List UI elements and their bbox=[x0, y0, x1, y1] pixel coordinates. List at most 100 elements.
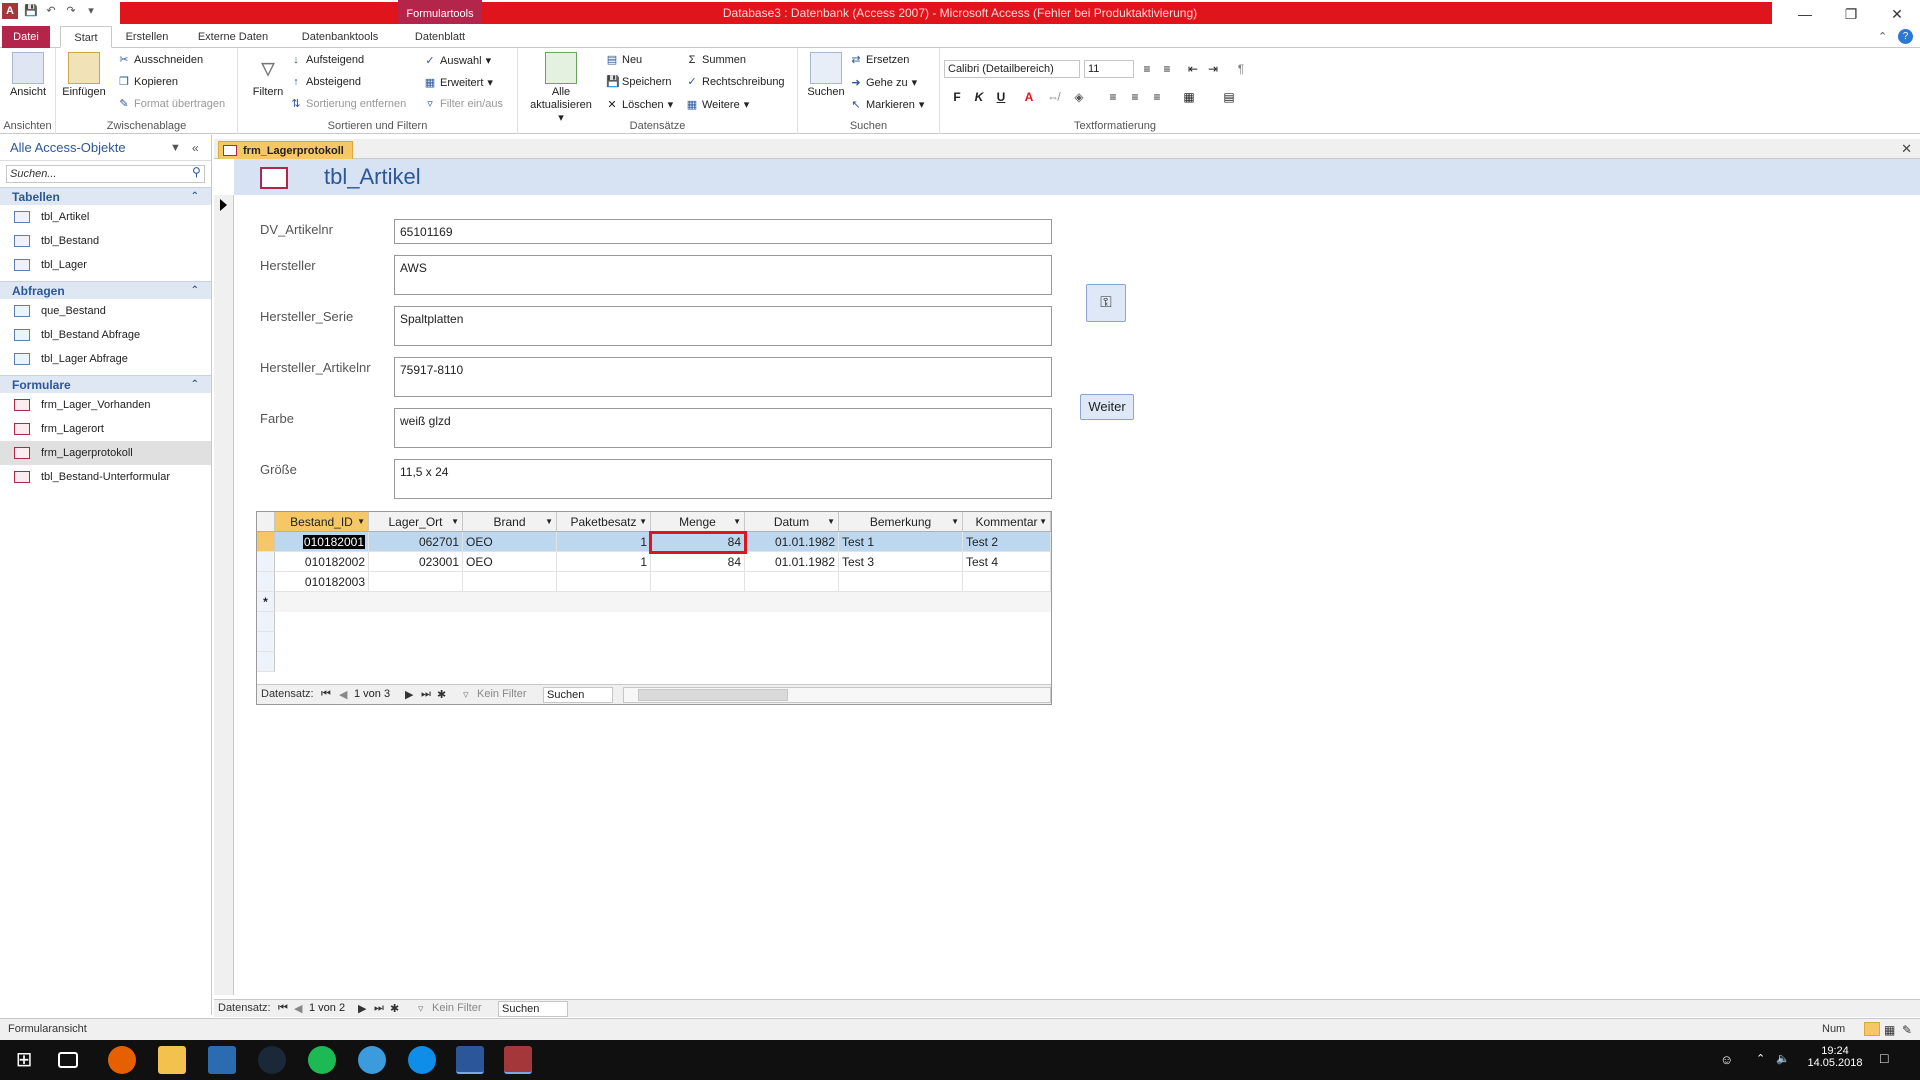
nav-item-frm-lagerort[interactable]: frm_Lagerort bbox=[0, 417, 211, 441]
cell-menge[interactable] bbox=[651, 572, 745, 592]
cell-datum[interactable]: 01.01.1982 bbox=[745, 532, 839, 552]
tab-start[interactable]: Start bbox=[60, 26, 112, 48]
filter-status[interactable]: Kein Filter bbox=[477, 688, 527, 700]
nav-item-tbl-bestand[interactable]: tbl_Bestand bbox=[0, 229, 211, 253]
design-view-icon[interactable]: ✎ bbox=[1902, 1023, 1912, 1037]
field-hersteller-serie[interactable]: Spaltplatten bbox=[394, 306, 1052, 346]
document-tab-frm-lagerprotokoll[interactable]: frm_Lagerprotokoll bbox=[218, 141, 353, 159]
font-size-select[interactable]: 11 bbox=[1084, 60, 1134, 78]
weiter-button[interactable]: Weiter bbox=[1080, 394, 1134, 420]
column-dropdown-icon[interactable]: ▼ bbox=[951, 512, 959, 531]
search-binoculars-button[interactable]: ⚿ bbox=[1086, 284, 1126, 322]
task-view-icon[interactable] bbox=[58, 1052, 78, 1068]
einfuegen-button[interactable]: Einfügen bbox=[60, 52, 108, 99]
first-record-icon[interactable]: ⏮ bbox=[321, 688, 331, 701]
file-explorer-icon[interactable] bbox=[158, 1046, 186, 1074]
tab-datenbanktools[interactable]: Datenbanktools bbox=[290, 26, 390, 48]
decrease-indent-icon[interactable]: ⇤ bbox=[1184, 60, 1202, 78]
nav-item-frm-lager-vorhanden[interactable]: frm_Lager_Vorhanden bbox=[0, 393, 211, 417]
kopieren-button[interactable]: ❐ Kopieren bbox=[118, 76, 178, 88]
cell-datum[interactable]: 01.01.1982 bbox=[745, 552, 839, 572]
main-search-input[interactable]: Suchen bbox=[498, 1001, 568, 1017]
word-icon[interactable] bbox=[456, 1046, 484, 1074]
speichern-button[interactable]: 💾 Speichern bbox=[606, 76, 672, 88]
collapse-ribbon-icon[interactable]: ⌃ bbox=[1878, 30, 1887, 43]
tab-erstellen[interactable]: Erstellen bbox=[118, 26, 176, 48]
visual-studio-icon[interactable] bbox=[208, 1046, 236, 1074]
alternate-row-color-icon[interactable]: ▤ bbox=[1220, 88, 1238, 106]
windows-start-icon[interactable]: ⊞ bbox=[10, 1046, 38, 1074]
undo-icon[interactable]: ↶ bbox=[44, 4, 58, 18]
field-hersteller-artikelnr[interactable]: 75917-8110 bbox=[394, 357, 1052, 397]
cell-paketbesatz[interactable]: 1 bbox=[557, 552, 651, 572]
filter-status[interactable]: Kein Filter bbox=[432, 1002, 482, 1014]
neu-button[interactable]: ▤ Neu bbox=[606, 54, 642, 66]
ansicht-button[interactable]: Ansicht bbox=[4, 52, 52, 99]
new-record-icon[interactable]: ✱ bbox=[437, 688, 446, 701]
cell-bestand-id[interactable]: 010182003 bbox=[275, 572, 369, 592]
loeschen-button[interactable]: ✕ Löschen ▾ bbox=[606, 98, 673, 112]
cell-lager-ort[interactable]: 062701 bbox=[369, 532, 463, 552]
align-right-icon[interactable]: ≡ bbox=[1148, 88, 1166, 106]
access-icon[interactable] bbox=[504, 1046, 532, 1074]
column-dropdown-icon[interactable]: ▼ bbox=[1039, 512, 1047, 531]
section-collapse-icon[interactable]: ⌃ bbox=[191, 188, 199, 206]
cell-menge[interactable]: 84 bbox=[651, 552, 745, 572]
table-row[interactable]: 010182003 bbox=[257, 572, 1051, 592]
previous-record-icon[interactable]: ◀ bbox=[294, 1002, 302, 1015]
highlight-icon[interactable]: ⇎ bbox=[1044, 88, 1062, 106]
record-selector[interactable] bbox=[214, 195, 234, 995]
paragraph-direction-icon[interactable]: ¶ bbox=[1232, 60, 1250, 78]
cell-datum[interactable] bbox=[745, 572, 839, 592]
nav-item-tbl-lager[interactable]: tbl_Lager bbox=[0, 253, 211, 277]
underline-icon[interactable]: U bbox=[992, 88, 1010, 106]
nav-pane-header[interactable]: Alle Access-Objekte ▼ « bbox=[0, 135, 211, 161]
absteigend-button[interactable]: ↑ Absteigend bbox=[290, 76, 361, 88]
record-position[interactable]: 1 von 3 bbox=[351, 687, 395, 703]
subform-search-input[interactable]: Suchen bbox=[543, 687, 613, 703]
sortierung-entfernen-button[interactable]: ⇅ Sortierung entfernen bbox=[290, 98, 406, 110]
close-document-icon[interactable]: ✕ bbox=[1901, 141, 1912, 157]
column-header-bestand-id[interactable]: Bestand_ID ▼ bbox=[275, 512, 369, 532]
restore-button[interactable]: ❐ bbox=[1828, 0, 1874, 28]
alle-aktualisieren-button[interactable]: Alle aktualisieren ▾ bbox=[526, 52, 596, 125]
cell-bestand-id[interactable]: 010182001 bbox=[275, 532, 369, 552]
section-collapse-icon[interactable]: ⌃ bbox=[191, 376, 199, 394]
bold-icon[interactable]: F bbox=[948, 88, 966, 106]
horizontal-scrollbar[interactable] bbox=[623, 687, 1051, 703]
last-record-icon[interactable]: ⏭ bbox=[421, 688, 431, 701]
column-dropdown-icon[interactable]: ▼ bbox=[545, 512, 553, 531]
tab-datenblatt[interactable]: Datenblatt bbox=[400, 26, 480, 48]
nav-item-tbl-lager-abfrage[interactable]: tbl_Lager Abfrage bbox=[0, 347, 211, 371]
table-row[interactable]: 010182002 023001 OEO 1 84 01.01.1982 Tes… bbox=[257, 552, 1051, 572]
nav-item-tbl-artikel[interactable]: tbl_Artikel bbox=[0, 205, 211, 229]
cell-brand[interactable]: OEO bbox=[463, 532, 557, 552]
cell-bemerkung[interactable]: Test 3 bbox=[839, 552, 963, 572]
column-header-menge[interactable]: Menge ▼ bbox=[651, 512, 745, 532]
new-record-icon[interactable]: ✱ bbox=[390, 1002, 399, 1015]
cell-paketbesatz[interactable]: 1 bbox=[557, 532, 651, 552]
cell-bestand-id[interactable]: 010182002 bbox=[275, 552, 369, 572]
field-groesse[interactable]: 11,5 x 24 bbox=[394, 459, 1052, 499]
summen-button[interactable]: Σ Summen bbox=[686, 54, 746, 66]
nav-section-abfragen[interactable]: Abfragen ⌃ bbox=[0, 281, 211, 299]
nav-item-tbl-bestand-unterformular[interactable]: tbl_Bestand-Unterformular bbox=[0, 465, 211, 489]
column-header-datum[interactable]: Datum ▼ bbox=[745, 512, 839, 532]
redo-icon[interactable]: ↷ bbox=[64, 4, 78, 18]
rechtschreibung-button[interactable]: ✓ Rechtschreibung bbox=[686, 76, 784, 88]
datasheet-view-icon[interactable]: ▦ bbox=[1884, 1023, 1895, 1037]
firefox-icon[interactable] bbox=[108, 1046, 136, 1074]
next-record-icon[interactable]: ▶ bbox=[405, 688, 413, 701]
nav-section-formulare[interactable]: Formulare ⌃ bbox=[0, 375, 211, 393]
cell-lager-ort[interactable]: 023001 bbox=[369, 552, 463, 572]
nav-item-que-bestand[interactable]: que_Bestand bbox=[0, 299, 211, 323]
cell-kommentar[interactable]: Test 4 bbox=[963, 552, 1051, 572]
fill-color-icon[interactable]: ◈ bbox=[1070, 88, 1088, 106]
previous-record-icon[interactable]: ◀ bbox=[339, 688, 347, 701]
close-button[interactable]: ✕ bbox=[1874, 0, 1920, 28]
column-header-lager-ort[interactable]: Lager_Ort ▼ bbox=[369, 512, 463, 532]
column-dropdown-icon[interactable]: ▼ bbox=[639, 512, 647, 531]
weitere-button[interactable]: ▦ Weitere ▾ bbox=[686, 98, 749, 112]
cell-bemerkung[interactable]: Test 1 bbox=[839, 532, 963, 552]
nav-section-tabellen[interactable]: Tabellen ⌃ bbox=[0, 187, 211, 205]
